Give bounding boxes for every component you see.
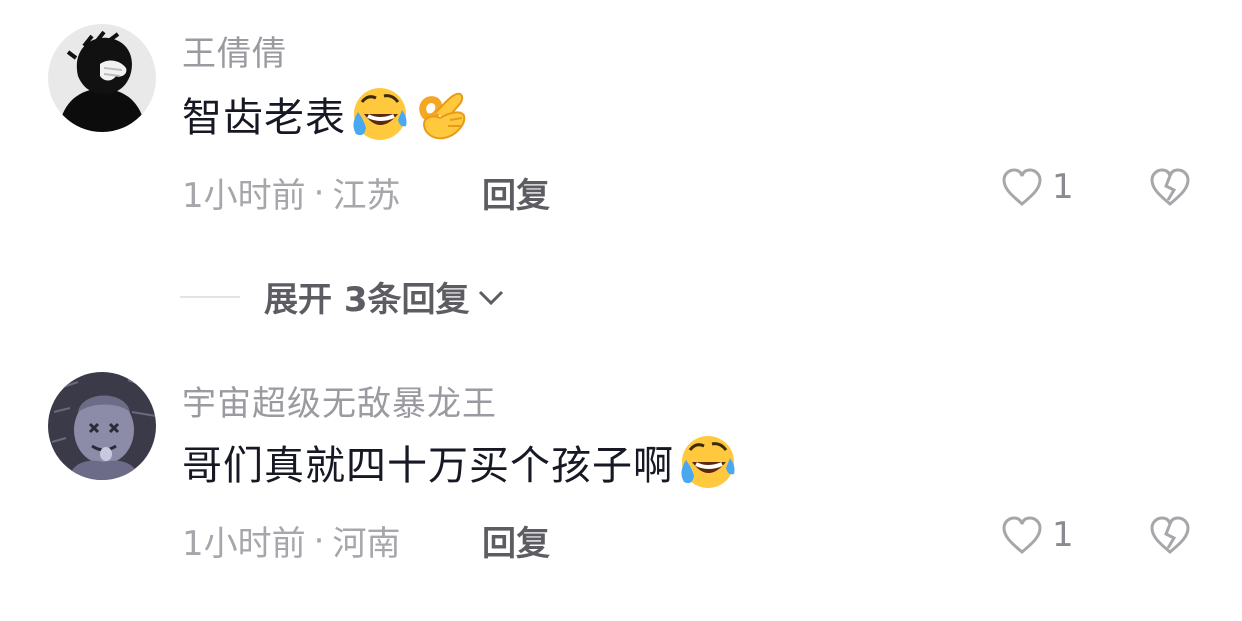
meta-separator: · [313, 172, 325, 213]
like-button[interactable]: 1 [1000, 514, 1074, 556]
avatar-image [48, 372, 156, 480]
dislike-button[interactable] [1148, 166, 1192, 212]
location: 河南 [332, 524, 401, 564]
avatar-image [48, 24, 156, 132]
location: 江苏 [332, 176, 401, 216]
like-count: 1 [1052, 167, 1074, 207]
broken-heart-icon [1150, 168, 1190, 206]
expand-replies-button[interactable]: 展开 3条回复 [180, 272, 506, 321]
username[interactable]: 王倩倩 [182, 26, 287, 75]
avatar[interactable] [48, 372, 156, 480]
ok-hand-emoji [419, 92, 466, 140]
meta-separator: · [313, 520, 325, 561]
comment-meta: 1小时前 · 江苏 [182, 168, 400, 217]
like-count: 1 [1052, 515, 1074, 555]
comment-text: 哥们真就四十万买个孩子啊 [182, 432, 736, 492]
avatar[interactable] [48, 24, 156, 132]
username[interactable]: 宇宙超级无敌暴龙王 [182, 376, 497, 425]
laughing-crying-emoji [353, 88, 407, 140]
chevron-down-icon [478, 290, 503, 305]
comment-meta: 1小时前 · 河南 [182, 516, 400, 565]
divider-line [180, 295, 240, 298]
comment-body: 智齿老表 [182, 95, 346, 141]
reply-button[interactable]: 回复 [482, 516, 550, 565]
timestamp: 1小时前 [182, 176, 306, 216]
expand-replies-label: 展开 3条回复 [264, 280, 470, 320]
broken-heart-icon [1150, 516, 1190, 554]
timestamp: 1小时前 [182, 524, 306, 564]
like-button[interactable]: 1 [1000, 166, 1074, 208]
reply-button[interactable]: 回复 [482, 168, 550, 217]
heart-icon [1002, 168, 1042, 206]
dislike-button[interactable] [1148, 514, 1192, 560]
comment-body: 哥们真就四十万买个孩子啊 [182, 443, 674, 489]
laughing-crying-emoji [681, 436, 735, 488]
heart-icon [1002, 516, 1042, 554]
comment-text: 智齿老表 [182, 84, 470, 144]
